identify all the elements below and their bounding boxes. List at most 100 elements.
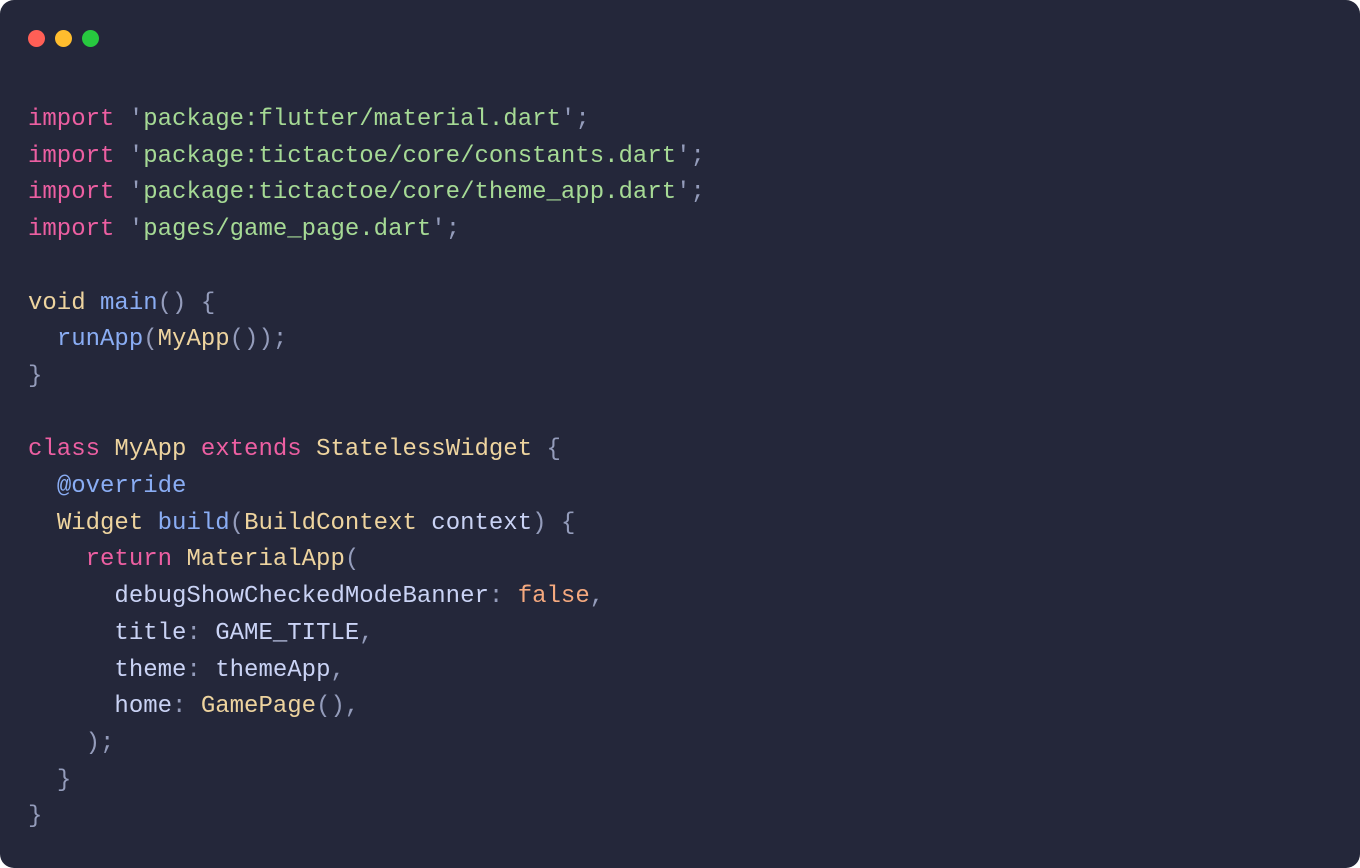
code-token: title xyxy=(114,620,186,647)
code-line: } xyxy=(28,763,1332,800)
code-line: class MyApp extends StatelessWidget { xyxy=(28,432,1332,469)
code-editor[interactable]: import 'package:flutter/material.dart';i… xyxy=(0,54,1360,864)
code-token: themeApp xyxy=(215,657,330,684)
code-token xyxy=(114,179,128,206)
code-token: { xyxy=(561,510,575,537)
code-token xyxy=(186,290,200,317)
close-icon[interactable] xyxy=(28,30,45,47)
code-token: ' xyxy=(561,106,575,133)
code-token: } xyxy=(28,363,42,390)
code-token: package:tictactoe/core/theme_app.dart xyxy=(143,179,676,206)
code-token: void xyxy=(28,290,86,317)
code-token: ; xyxy=(691,179,705,206)
code-token xyxy=(114,143,128,170)
code-token: : xyxy=(186,620,200,647)
code-token xyxy=(503,583,517,610)
code-token xyxy=(28,473,57,500)
code-token xyxy=(302,436,316,463)
code-line: } xyxy=(28,359,1332,396)
code-token: ); xyxy=(86,730,115,757)
code-token xyxy=(100,436,114,463)
code-token xyxy=(172,546,186,573)
code-line: Widget build(BuildContext context) { xyxy=(28,506,1332,543)
code-token xyxy=(201,657,215,684)
code-token: ; xyxy=(691,143,705,170)
code-token: package:flutter/material.dart xyxy=(143,106,561,133)
code-token: ( xyxy=(143,326,157,353)
code-token xyxy=(114,106,128,133)
code-token: , xyxy=(590,583,604,610)
code-token xyxy=(28,546,86,573)
code-token: ()); xyxy=(230,326,288,353)
code-line: debugShowCheckedModeBanner: false, xyxy=(28,579,1332,616)
code-token: } xyxy=(28,803,42,830)
code-token: import xyxy=(28,216,114,243)
code-line: import 'pages/game_page.dart'; xyxy=(28,212,1332,249)
code-line: } xyxy=(28,799,1332,836)
minimize-icon[interactable] xyxy=(55,30,72,47)
code-token: MaterialApp xyxy=(186,546,344,573)
code-token xyxy=(28,767,57,794)
code-line: @override xyxy=(28,469,1332,506)
code-token: () xyxy=(158,290,187,317)
code-line xyxy=(28,249,1332,286)
code-token xyxy=(532,436,546,463)
code-line: title: GAME_TITLE, xyxy=(28,616,1332,653)
code-token xyxy=(28,583,114,610)
code-token xyxy=(28,657,114,684)
code-token: build xyxy=(158,510,230,537)
code-token: @override xyxy=(57,473,187,500)
code-token xyxy=(28,510,57,537)
code-token xyxy=(86,290,100,317)
code-token: return xyxy=(86,546,172,573)
code-token: StatelessWidget xyxy=(316,436,532,463)
code-token: import xyxy=(28,143,114,170)
code-token: pages/game_page.dart xyxy=(143,216,431,243)
code-token: main xyxy=(100,290,158,317)
code-line: ); xyxy=(28,726,1332,763)
code-token: GamePage xyxy=(201,693,316,720)
code-line: import 'package:flutter/material.dart'; xyxy=(28,102,1332,139)
code-token: (), xyxy=(316,693,359,720)
code-token: ( xyxy=(345,546,359,573)
code-token: , xyxy=(330,657,344,684)
code-token: extends xyxy=(201,436,302,463)
code-token: : xyxy=(186,657,200,684)
code-token: ' xyxy=(129,216,143,243)
code-token: ( xyxy=(230,510,244,537)
code-token xyxy=(201,620,215,647)
code-line: home: GamePage(), xyxy=(28,689,1332,726)
code-token xyxy=(547,510,561,537)
code-line: theme: themeApp, xyxy=(28,653,1332,690)
code-token: MyApp xyxy=(158,326,230,353)
zoom-icon[interactable] xyxy=(82,30,99,47)
code-token: { xyxy=(547,436,561,463)
code-line: runApp(MyApp()); xyxy=(28,322,1332,359)
code-token: { xyxy=(201,290,215,317)
code-token: import xyxy=(28,179,114,206)
code-token: false xyxy=(518,583,590,610)
code-token: ' xyxy=(676,179,690,206)
code-token xyxy=(28,326,57,353)
code-token xyxy=(28,693,114,720)
code-token: , xyxy=(359,620,373,647)
code-token xyxy=(114,216,128,243)
code-token: ; xyxy=(575,106,589,133)
code-token: ' xyxy=(129,106,143,133)
code-token: package:tictactoe/core/constants.dart xyxy=(143,143,676,170)
code-token xyxy=(186,436,200,463)
code-token: : xyxy=(489,583,503,610)
code-token xyxy=(28,730,86,757)
code-token: ' xyxy=(129,143,143,170)
code-window: import 'package:flutter/material.dart';i… xyxy=(0,0,1360,868)
code-token: : xyxy=(172,693,186,720)
code-token xyxy=(28,620,114,647)
code-token: ' xyxy=(431,216,445,243)
code-line xyxy=(28,396,1332,433)
code-token: ) xyxy=(532,510,546,537)
code-token: context xyxy=(431,510,532,537)
code-line: void main() { xyxy=(28,286,1332,323)
code-token: } xyxy=(57,767,71,794)
code-token: Widget xyxy=(57,510,143,537)
code-token: MyApp xyxy=(114,436,186,463)
